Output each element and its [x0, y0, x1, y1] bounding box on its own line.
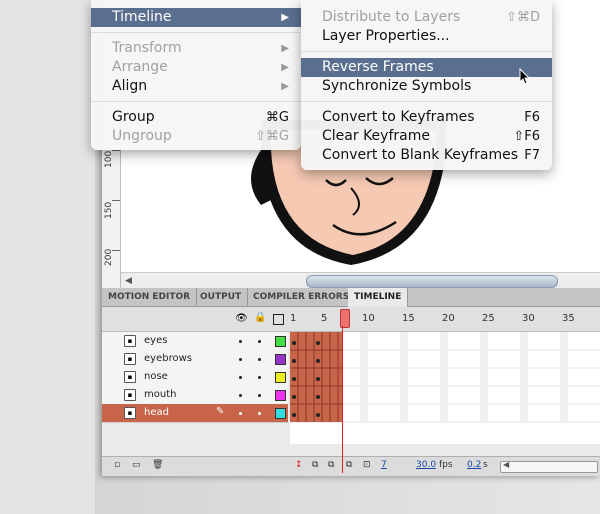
- panel-tabs: MOTION EDITOR OUTPUT COMPILER ERRORS TIM…: [102, 288, 600, 307]
- onion-outline-icon[interactable]: ⧉: [328, 460, 334, 470]
- lock-dot[interactable]: [258, 394, 261, 397]
- time-unit: s: [483, 460, 488, 470]
- frame-number: 20: [442, 313, 455, 324]
- lock-dot[interactable]: [258, 376, 261, 379]
- layer-icon: ▪: [124, 353, 136, 365]
- timeline-toolbar: ▫ ▭ 🗑 ↕ ⧉ ⧉ ⧉ ⊡ 7 30.0 fps 0.2 s ◀: [102, 456, 600, 476]
- layer-row-eyebrows[interactable]: ▪ eyebrows: [102, 350, 288, 369]
- layer-icon: ▪: [124, 371, 136, 383]
- onion-markers-icon[interactable]: ⊡: [363, 460, 371, 470]
- submenu-arrow-icon: ▶: [281, 12, 289, 23]
- layer-name: head: [144, 407, 169, 418]
- visibility-dot[interactable]: [239, 376, 242, 379]
- pencil-icon: ✎: [216, 406, 225, 417]
- frame-number: 1: [290, 313, 297, 324]
- ruler-label: 100: [104, 150, 114, 168]
- fps-unit: fps: [439, 460, 453, 470]
- submenu-arrow-icon: ▶: [281, 43, 289, 54]
- elapsed-time-field[interactable]: 0.2: [467, 460, 481, 470]
- visibility-dot[interactable]: [239, 340, 242, 343]
- frame-number: 10: [362, 313, 375, 324]
- tab-motion-editor[interactable]: MOTION EDITOR: [102, 288, 198, 306]
- timeline-panel: 👁 🔒 1 5 10 15 20 25 30 35 ▪ eyes ▪ eyebr…: [102, 307, 600, 476]
- timeline-scrollbar[interactable]: ◀: [500, 460, 598, 473]
- playhead-line: [342, 326, 343, 473]
- menu-item-clear-keyframe[interactable]: Clear Keyframe ⇧F6: [301, 127, 552, 146]
- layer-icon: ▪: [124, 407, 136, 419]
- lock-dot[interactable]: [258, 412, 261, 415]
- menu-item-reverse-frames[interactable]: Reverse Frames: [301, 58, 552, 77]
- menu-item-convert-to-keyframes[interactable]: Convert to Keyframes F6: [301, 108, 552, 127]
- layer-color-swatch[interactable]: [275, 336, 286, 347]
- timeline-header: 👁 🔒 1 5 10 15 20 25 30 35: [102, 307, 600, 332]
- lock-dot[interactable]: [258, 340, 261, 343]
- menu-item-timeline[interactable]: Timeline ▶: [91, 8, 301, 27]
- menu-item-synchronize-symbols[interactable]: Synchronize Symbols: [301, 77, 552, 96]
- frame-grid-lines: [290, 332, 600, 423]
- layer-name: nose: [144, 371, 168, 382]
- frame-number: 25: [482, 313, 495, 324]
- layer-row-mouth[interactable]: ▪ mouth: [102, 386, 288, 405]
- ruler-label: 200: [104, 248, 114, 266]
- tab-compiler-errors[interactable]: COMPILER ERRORS: [247, 288, 357, 306]
- ruler-label: 150: [104, 201, 114, 219]
- scroll-thumb[interactable]: [306, 275, 558, 288]
- visibility-dot[interactable]: [239, 412, 242, 415]
- layer-row-nose[interactable]: ▪ nose: [102, 368, 288, 387]
- edit-multiple-icon[interactable]: ⧉: [346, 460, 352, 470]
- menu-item-arrange[interactable]: Arrange ▶: [91, 58, 301, 77]
- onion-skin-icon[interactable]: ⧉: [312, 460, 318, 470]
- submenu-arrow-icon: ▶: [281, 81, 289, 92]
- horizontal-scrollbar[interactable]: ◀: [121, 272, 600, 289]
- menu-item-ungroup[interactable]: Ungroup ⇧⌘G: [91, 127, 301, 146]
- modify-menu: Timeline ▶ Transform ▶ Arrange ▶ Align ▶ Gro…: [91, 0, 301, 150]
- fps-field[interactable]: 30.0: [416, 460, 436, 470]
- frame-number: 30: [522, 313, 535, 324]
- menu-item-layer-properties[interactable]: Layer Properties...: [301, 27, 552, 46]
- new-folder-icon[interactable]: ▭: [132, 460, 141, 470]
- menu-item-group[interactable]: Group ⌘G: [91, 108, 301, 127]
- menu-item-convert-to-blank-keyframes[interactable]: Convert to Blank Keyframes F7: [301, 146, 552, 165]
- layer-color-swatch[interactable]: [275, 390, 286, 401]
- frame-number: 15: [402, 313, 415, 324]
- current-frame-field[interactable]: 7: [381, 460, 387, 470]
- visibility-dot[interactable]: [239, 358, 242, 361]
- layer-name: eyes: [144, 335, 168, 346]
- layer-color-swatch[interactable]: [275, 354, 286, 365]
- scroll-left-icon[interactable]: ◀: [125, 276, 132, 286]
- layer-name: eyebrows: [144, 353, 192, 364]
- center-frame-icon[interactable]: ↕: [295, 460, 303, 470]
- new-layer-icon[interactable]: ▫: [114, 460, 120, 470]
- menu-item-align[interactable]: Align ▶: [91, 77, 301, 96]
- lock-icon[interactable]: 🔒: [254, 312, 266, 323]
- layer-color-swatch[interactable]: [275, 408, 286, 419]
- tab-timeline[interactable]: TIMELINE: [348, 288, 409, 307]
- layer-name: mouth: [144, 389, 177, 400]
- timeline-submenu: Distribute to Layers ⇧⌘D Layer Properties…: [301, 0, 552, 170]
- lock-dot[interactable]: [258, 358, 261, 361]
- menu-item-transform[interactable]: Transform ▶: [91, 39, 301, 58]
- visibility-dot[interactable]: [239, 394, 242, 397]
- tab-output[interactable]: OUTPUT: [194, 288, 249, 306]
- layer-row-head[interactable]: ▪ head ✎: [102, 404, 288, 423]
- layer-color-swatch[interactable]: [275, 372, 286, 383]
- frame-number: 35: [562, 313, 575, 324]
- scroll-left-icon[interactable]: ◀: [503, 460, 509, 469]
- layer-row-eyes[interactable]: ▪ eyes: [102, 332, 288, 351]
- submenu-arrow-icon: ▶: [281, 62, 289, 73]
- outline-icon[interactable]: [273, 314, 284, 325]
- menu-item-distribute-to-layers[interactable]: Distribute to Layers ⇧⌘D: [301, 8, 552, 27]
- layer-icon: ▪: [124, 335, 136, 347]
- mouse-pointer-icon: [519, 68, 531, 85]
- frame-number: 5: [321, 313, 328, 324]
- eye-icon[interactable]: 👁: [235, 313, 248, 324]
- frame-grid[interactable]: [290, 332, 600, 444]
- delete-layer-icon[interactable]: 🗑: [152, 460, 163, 470]
- layer-icon: ▪: [124, 389, 136, 401]
